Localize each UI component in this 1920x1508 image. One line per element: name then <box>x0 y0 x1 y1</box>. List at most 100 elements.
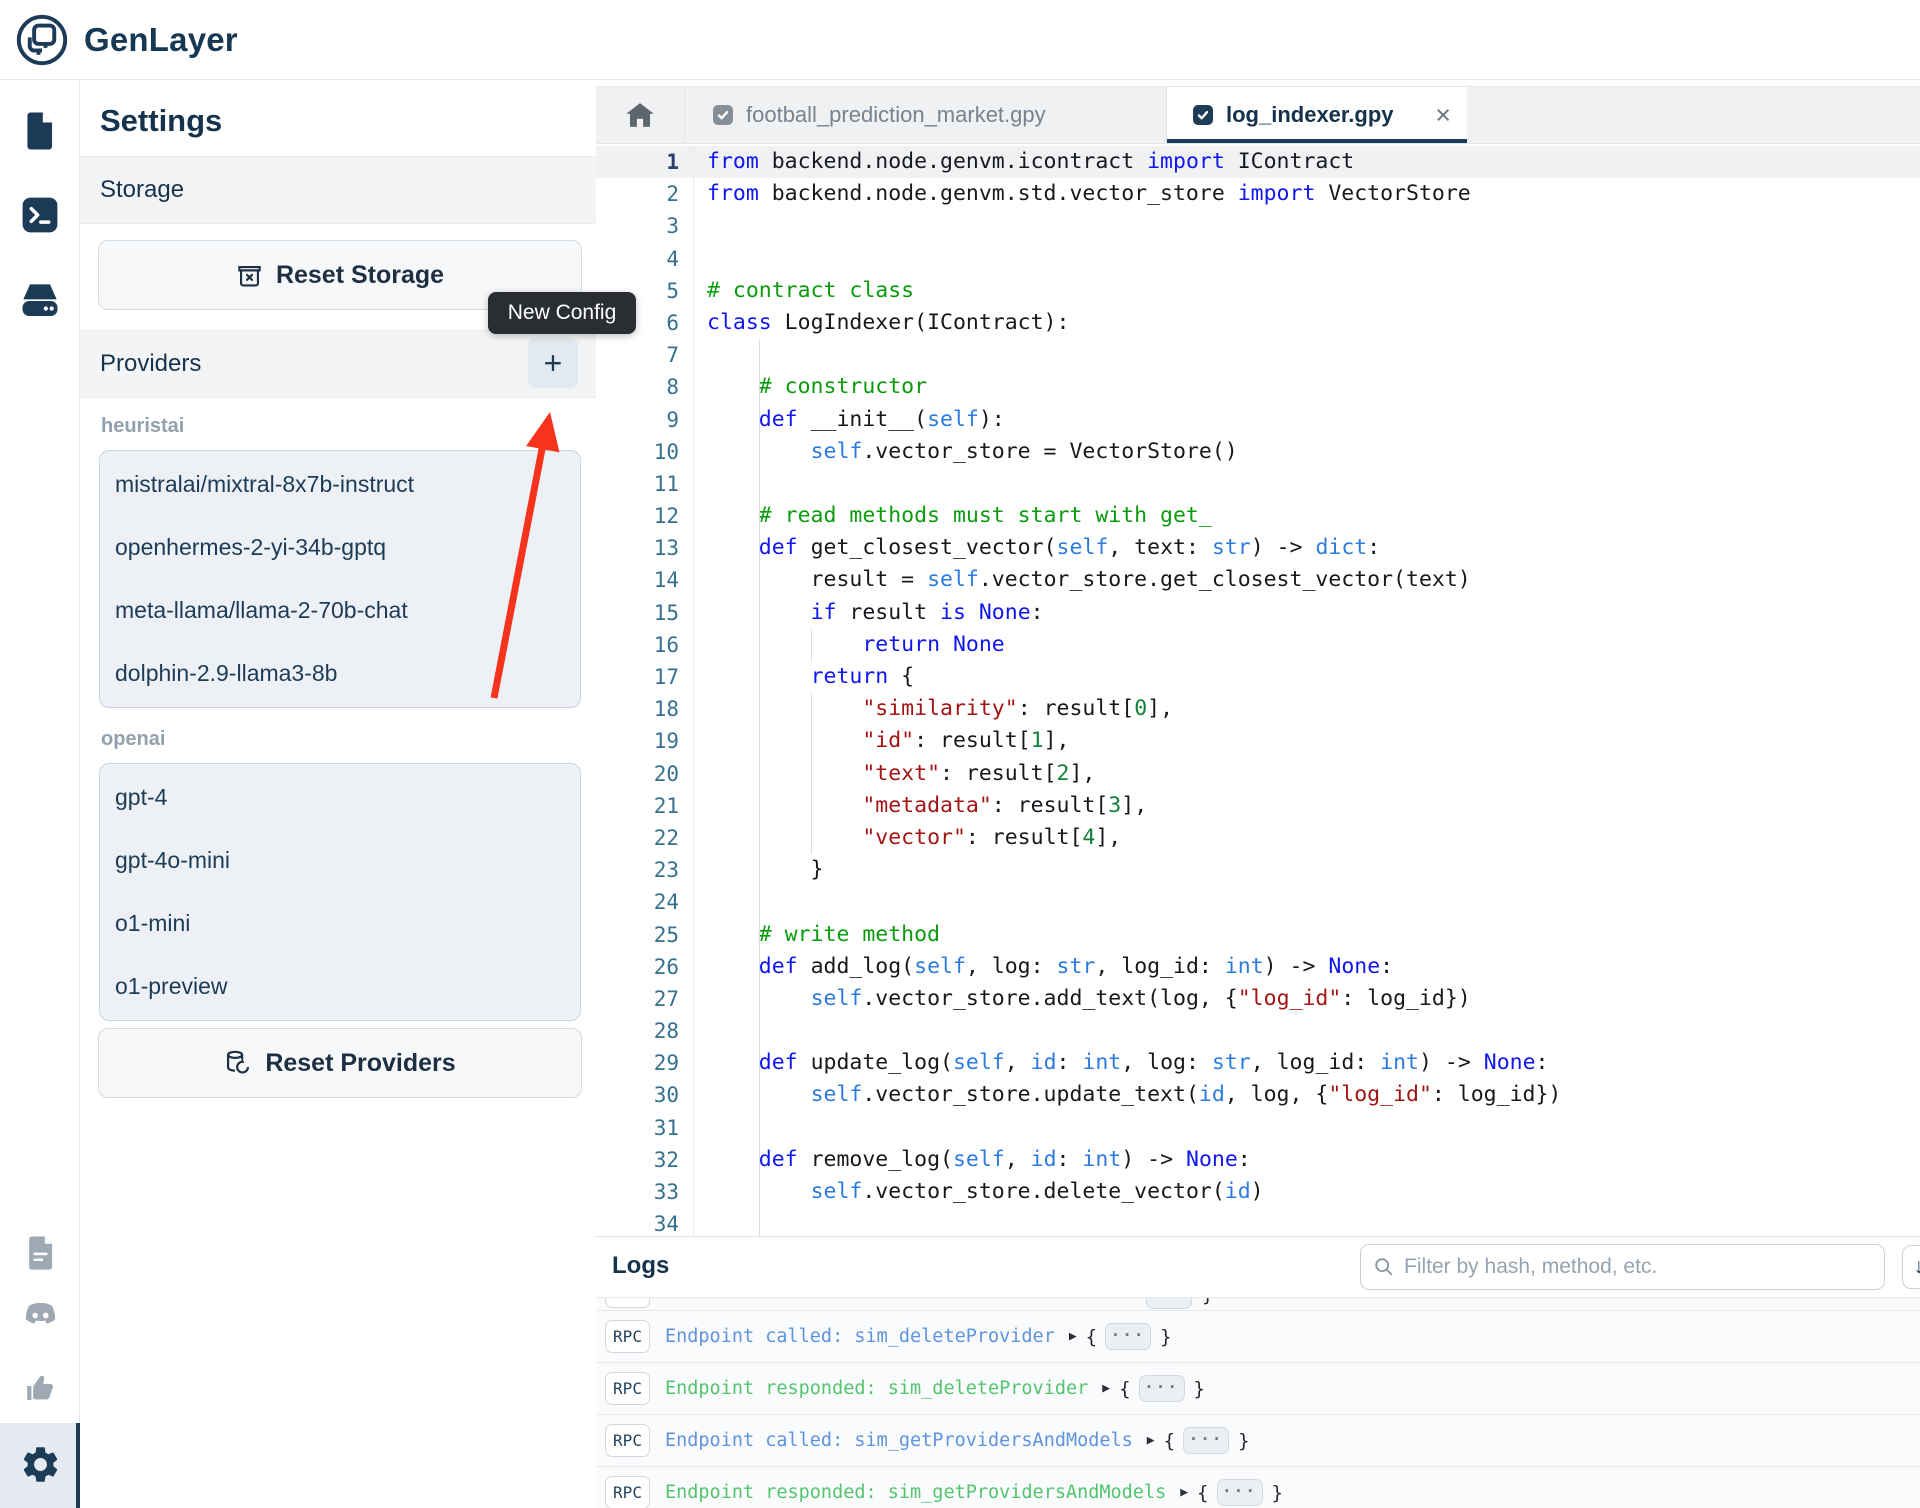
indent-guide <box>759 564 760 596</box>
code-line: 20 "text": result[2], <box>596 758 1920 790</box>
provider-model-item[interactable]: dolphin-2.9-llama3-8b <box>100 642 580 705</box>
provider-group-box: gpt-4gpt-4o-minio1-minio1-preview <box>99 763 581 1021</box>
log-message: Endpoint responded: sim_getProvidersAndM… <box>665 1482 1166 1503</box>
log-message: Endpoint called: sim_getProvidersAndMode… <box>665 1430 1133 1451</box>
line-number: 14 <box>596 564 694 596</box>
indent-guide <box>759 1176 760 1208</box>
settings-nav-active-section <box>0 1423 80 1508</box>
contract-check-icon <box>1191 103 1215 127</box>
tab-football-prediction-market[interactable]: football_prediction_market.gpy <box>685 87 1167 143</box>
provider-model-item[interactable]: gpt-4 <box>100 766 580 829</box>
settings-gear-icon[interactable] <box>0 1443 80 1486</box>
line-number: 30 <box>596 1079 694 1111</box>
line-number: 20 <box>596 758 694 790</box>
indent-guide <box>759 468 760 500</box>
expand-triangle-icon[interactable]: ▶ <box>1180 1485 1188 1500</box>
storage-drive-icon[interactable] <box>0 282 80 320</box>
new-config-button[interactable]: + <box>528 338 578 388</box>
log-row-partial: } <box>596 1297 1920 1310</box>
tab-label: football_prediction_market.gpy <box>746 102 1046 128</box>
line-number: 16 <box>596 629 694 661</box>
code-line: 32 def remove_log(self, id: int) -> None… <box>596 1144 1920 1176</box>
code-line: 7 <box>596 339 1920 371</box>
line-number: 24 <box>596 886 694 918</box>
indent-guide <box>811 629 812 661</box>
provider-group-box: mistralai/mixtral-8x7b-instructopenherme… <box>99 450 581 708</box>
docs-icon[interactable] <box>0 1235 80 1270</box>
expand-ellipsis-button[interactable]: ... <box>1105 1323 1151 1350</box>
code-line: 31 <box>596 1112 1920 1144</box>
tab-bar-filler <box>1467 87 1920 143</box>
line-number: 29 <box>596 1047 694 1079</box>
close-tab-icon[interactable]: × <box>1435 102 1451 129</box>
indent-guide <box>759 854 760 886</box>
provider-model-item[interactable]: openhermes-2-yi-34b-gptq <box>100 516 580 579</box>
line-number: 13 <box>596 532 694 564</box>
rpc-badge: RPC <box>605 1424 650 1457</box>
feedback-thumbs-up-icon[interactable] <box>0 1372 80 1404</box>
code-editor[interactable]: 1from backend.node.genvm.icontract impor… <box>596 144 1920 1236</box>
expand-ellipsis-button[interactable]: ... <box>1183 1427 1229 1454</box>
indent-guide <box>759 597 760 629</box>
indent-guide <box>759 725 760 757</box>
search-icon <box>1373 1256 1395 1278</box>
provider-model-item[interactable]: gpt-4o-mini <box>100 829 580 892</box>
provider-model-item[interactable]: o1-preview <box>100 955 580 1018</box>
rpc-badge: RPC <box>605 1320 650 1353</box>
database-reset-icon <box>224 1049 252 1077</box>
code-line: 17 return { <box>596 661 1920 693</box>
home-icon <box>625 101 655 129</box>
line-number: 27 <box>596 983 694 1015</box>
contracts-file-icon[interactable] <box>0 110 80 152</box>
indent-guide <box>759 404 760 436</box>
code-line: 19 "id": result[1], <box>596 725 1920 757</box>
indent-guide <box>759 532 760 564</box>
terminal-icon[interactable] <box>0 196 80 234</box>
line-number: 4 <box>596 243 694 275</box>
expand-ellipsis-button[interactable]: ... <box>1217 1479 1263 1506</box>
home-tab[interactable] <box>596 87 685 143</box>
provider-model-item[interactable]: meta-llama/llama-2-70b-chat <box>100 579 580 642</box>
line-number: 22 <box>596 822 694 854</box>
logs-filter-input[interactable] <box>1404 1255 1884 1279</box>
indent-guide <box>759 919 760 951</box>
discord-icon[interactable] <box>0 1302 80 1331</box>
indent-guide <box>759 983 760 1015</box>
contract-check-icon <box>711 103 735 127</box>
provider-groups-list: heuristaimistralai/mixtral-8x7b-instruct… <box>99 415 581 1041</box>
indent-guide <box>759 339 760 371</box>
sort-logs-button[interactable]: ↓↑ <box>1902 1245 1920 1289</box>
provider-model-item[interactable]: mistralai/mixtral-8x7b-instruct <box>100 453 580 516</box>
tab-log-indexer[interactable]: log_indexer.gpy × <box>1167 87 1467 143</box>
code-line: 2from backend.node.genvm.std.vector_stor… <box>596 178 1920 210</box>
provider-model-item[interactable]: o1-mini <box>100 892 580 955</box>
indent-guide <box>811 758 812 790</box>
code-line: 24 <box>596 886 1920 918</box>
app-title: GenLayer <box>84 21 238 59</box>
code-line: 29 def update_log(self, id: int, log: st… <box>596 1047 1920 1079</box>
code-line: 3 <box>596 210 1920 242</box>
storage-section-label: Storage <box>100 176 184 204</box>
line-number: 15 <box>596 597 694 629</box>
editor-tab-bar: football_prediction_market.gpy log_index… <box>596 86 1920 144</box>
line-number: 34 <box>596 1208 694 1236</box>
reset-providers-label: Reset Providers <box>265 1049 455 1078</box>
line-number: 28 <box>596 1015 694 1047</box>
indent-guide <box>759 951 760 983</box>
reset-providers-button[interactable]: Reset Providers <box>98 1028 582 1098</box>
genlayer-logo[interactable]: GenLayer <box>0 12 238 68</box>
code-line: 18 "similarity": result[0], <box>596 693 1920 725</box>
line-number: 10 <box>596 436 694 468</box>
app-header: GenLayer <box>0 0 1920 80</box>
code-line: 27 self.vector_store.add_text(log, {"log… <box>596 983 1920 1015</box>
brace-clipped: } <box>1202 1297 1213 1306</box>
code-line: 5# contract class <box>596 275 1920 307</box>
code-line: 34 <box>596 1208 1920 1236</box>
expand-ellipsis-button[interactable]: ... <box>1139 1375 1185 1402</box>
expand-triangle-icon[interactable]: ▶ <box>1147 1433 1155 1448</box>
indent-guide <box>811 725 812 757</box>
expand-triangle-icon[interactable]: ▶ <box>1102 1381 1110 1396</box>
expand-triangle-icon[interactable]: ▶ <box>1069 1329 1077 1344</box>
indent-guide <box>811 790 812 822</box>
indent-guide <box>759 1015 760 1047</box>
